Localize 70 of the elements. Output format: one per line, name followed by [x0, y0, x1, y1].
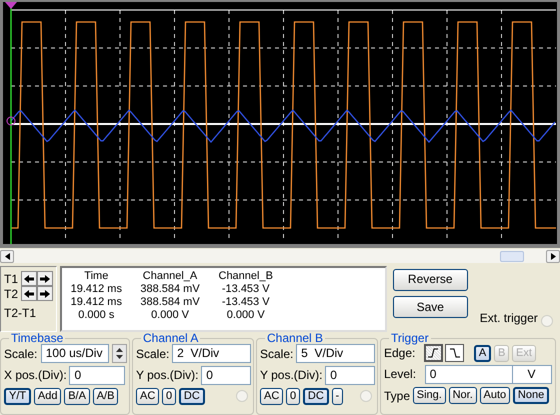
spin-buttons[interactable] [112, 344, 126, 363]
coupling-button[interactable]: DC [178, 388, 205, 404]
coupling-button[interactable]: AC [260, 388, 284, 404]
mode-button[interactable]: B/A [64, 388, 90, 404]
cursor-label: T1 [4, 270, 18, 288]
left-arrow-button[interactable] [21, 286, 37, 301]
readout-value: 0.000 V [151, 309, 189, 321]
input-field[interactable]: 0 [201, 366, 251, 385]
coupling-button[interactable]: AC [136, 388, 160, 404]
trigger-type-button[interactable]: Nor. [448, 387, 477, 404]
mode-button[interactable]: Add [34, 388, 62, 404]
field-label: Y pos.(Div): [136, 367, 198, 384]
readout-value: -13.453 V [222, 283, 270, 295]
readout-value: 0.000 V [226, 309, 265, 321]
left-arrow-button[interactable] [21, 271, 37, 286]
action-button[interactable]: Reverse [392, 268, 468, 291]
left-triangle-icon [4, 252, 10, 260]
field-label: Scale: [136, 346, 170, 362]
field-label: Edge: [384, 345, 416, 362]
scroll-left-button[interactable] [0, 250, 14, 262]
field-label: Type [384, 388, 410, 404]
readout-value: 19.412 ms [70, 283, 122, 295]
input-field[interactable]: 100 us/Div [40, 344, 109, 363]
input-field[interactable]: 5 V/Div [296, 344, 375, 363]
falling-edge-icon [448, 346, 462, 360]
ext-trigger-label: Ext. trigger [480, 310, 538, 326]
source-button[interactable]: A [474, 344, 492, 362]
readout-value: -13.453 V [222, 296, 270, 308]
group-title: Channel A [142, 332, 200, 344]
input-field[interactable]: 2 V/Div [172, 344, 251, 363]
group-title: Trigger [390, 332, 430, 344]
right-triangle-icon [550, 252, 556, 260]
invert-button[interactable]: - [332, 388, 344, 404]
cursor-label: T2 [4, 286, 18, 302]
falling-edge-button[interactable] [445, 344, 464, 362]
field-label: Level: [384, 366, 418, 384]
rising-edge-button[interactable] [424, 344, 443, 362]
input-field[interactable]: 0 [69, 366, 126, 385]
coupling-button[interactable]: 0 [286, 388, 300, 404]
column-header: Channel_A [142, 270, 198, 282]
group-title: Timebase [10, 332, 64, 344]
trigger-type-button[interactable]: None [512, 387, 550, 404]
readout-value: 0.000 s [78, 309, 114, 321]
mode-button[interactable]: A/B [92, 388, 118, 404]
trigger-type-button[interactable]: Sing. [412, 387, 446, 404]
rising-edge-icon [426, 346, 440, 360]
right-arrow-button[interactable] [37, 271, 53, 286]
coupling-button[interactable]: DC [302, 388, 329, 404]
mode-button[interactable]: Y/T [4, 388, 32, 404]
coupling-button[interactable]: 0 [162, 388, 176, 404]
cursor-difference-label: T2-T1 [4, 304, 38, 322]
scroll-right-button[interactable] [546, 250, 560, 262]
field-label: Scale: [4, 346, 38, 362]
group-title: Channel B [266, 332, 324, 344]
readout-value: 388.584 mV [140, 283, 200, 295]
column-header: Channel_B [218, 270, 273, 282]
readout-value: 388.584 mV [140, 296, 200, 308]
cursor-drawing[interactable] [5, 2, 17, 244]
input-field[interactable]: 0 [424, 364, 513, 384]
unit-field[interactable]: V [512, 364, 552, 384]
input-field[interactable]: 0 [325, 366, 375, 385]
action-button[interactable]: Save [392, 296, 468, 318]
right-arrow-button[interactable] [37, 286, 53, 301]
field-label: X pos.(Div): [4, 367, 67, 384]
readout-value: 19.412 ms [70, 296, 122, 308]
field-label: Scale: [260, 346, 294, 362]
trigger-type-button[interactable]: Auto [480, 387, 510, 404]
scrollbar-thumb[interactable] [500, 250, 524, 262]
column-header: Time [84, 270, 108, 282]
field-label: Y pos.(Div): [260, 367, 322, 384]
